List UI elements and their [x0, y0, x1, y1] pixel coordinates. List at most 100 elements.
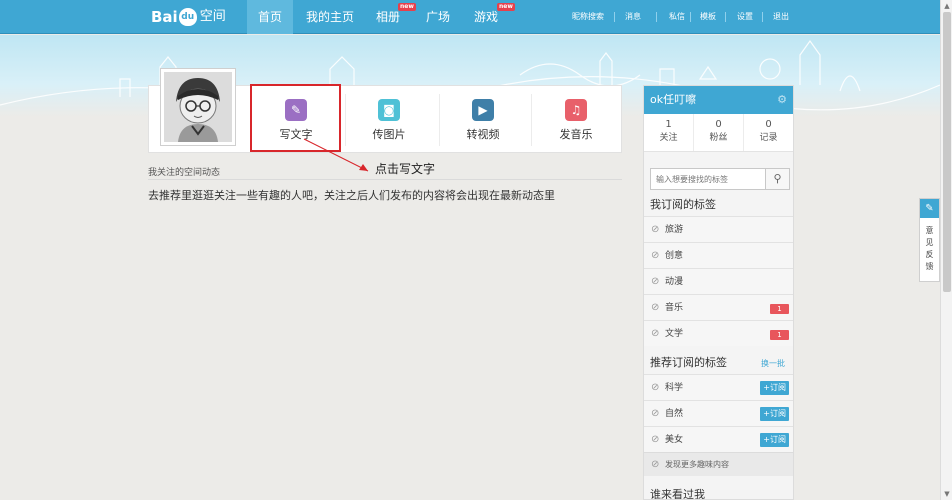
- feed-empty-message: 去推荐里逛逛关注一些有趣的人吧，关注之后人们发布的内容将会出现在最新动态里: [148, 189, 555, 202]
- scroll-thumb[interactable]: [943, 12, 951, 292]
- post-music-label: 发音乐: [559, 128, 593, 141]
- tag-label: 动漫: [665, 277, 684, 287]
- tag-icon: ⊘: [651, 408, 660, 419]
- share-video-label: 转视频: [466, 128, 500, 141]
- recommended-tag-item: ⊘ 科学 +订阅: [644, 374, 793, 400]
- baidu-space-logo[interactable]: Bai du 空间: [151, 6, 226, 28]
- unread-count-badge: 1: [770, 304, 789, 314]
- divider: [656, 12, 657, 22]
- nav-home-label: 首页: [257, 10, 282, 24]
- recommended-tags-title: 推荐订阅的标签: [650, 356, 727, 369]
- tag-item[interactable]: ⊘ 创意: [644, 242, 793, 268]
- baidu-paw-icon: du: [178, 8, 197, 26]
- edit-icon: ✎: [920, 199, 939, 218]
- cartoon-boy-portrait: [164, 72, 232, 142]
- tag-item[interactable]: ⊘ 音乐 1: [644, 294, 793, 320]
- tag-search-input[interactable]: [650, 168, 766, 190]
- discover-more-label: 发现更多趣味内容: [665, 460, 729, 469]
- tag-label: 创意: [665, 251, 684, 261]
- nav-my-homepage[interactable]: 我的主页: [302, 0, 358, 34]
- nav-plaza[interactable]: 广场: [420, 0, 456, 34]
- search-icon: ⚲: [773, 172, 782, 185]
- logo-text-bai: Bai: [151, 8, 178, 26]
- gear-icon[interactable]: ⚙: [777, 86, 787, 114]
- tag-icon: ⊘: [651, 328, 660, 339]
- subscribe-button[interactable]: +订阅: [760, 381, 789, 395]
- tag-icon: ⊘: [651, 434, 660, 445]
- divider: [725, 12, 726, 22]
- feedback-label: 意见反馈: [920, 218, 939, 273]
- tag-icon: ⊘: [651, 302, 660, 313]
- recommended-tag-item: ⊘ 自然 +订阅: [644, 400, 793, 426]
- scroll-down-arrow-icon[interactable]: ▼: [941, 488, 952, 500]
- subscribe-button[interactable]: +订阅: [760, 433, 789, 447]
- tag-search: ⚲: [650, 168, 790, 190]
- feedback-button[interactable]: ✎ 意见反馈: [919, 198, 940, 282]
- subscribe-button[interactable]: +订阅: [760, 407, 789, 421]
- play-icon: ▶: [472, 99, 494, 121]
- tag-item[interactable]: ⊘ 文学 1: [644, 320, 793, 346]
- nav-plaza-label: 广场: [425, 10, 450, 24]
- nav-my-homepage-label: 我的主页: [305, 10, 354, 24]
- records-label: 记录: [759, 133, 778, 143]
- post-music-button[interactable]: ♫ 发音乐: [531, 86, 621, 154]
- feed-title: 我关注的空间动态: [148, 168, 221, 178]
- tag-label: 科学: [665, 383, 684, 393]
- following-count: 1: [665, 119, 672, 130]
- avatar[interactable]: [160, 68, 236, 146]
- logout-link[interactable]: 退出: [773, 0, 789, 34]
- new-badge: new: [398, 3, 416, 11]
- tag-icon: ⊘: [651, 382, 660, 393]
- templates-link[interactable]: 模板: [700, 0, 716, 34]
- tag-label: 文学: [665, 329, 684, 339]
- divider: [690, 12, 691, 22]
- tag-label: 旅游: [665, 225, 684, 235]
- nav-games-label: 游戏: [473, 10, 498, 24]
- following-stat[interactable]: 1 关注: [644, 114, 694, 151]
- camera-icon: ◙: [378, 99, 400, 121]
- followers-count: 0: [715, 119, 722, 130]
- feedback-char: 意见反馈: [925, 226, 934, 271]
- sidebar-header: ok任叮嚓 ⚙: [644, 86, 793, 114]
- nav-album-label: 相册: [375, 10, 400, 24]
- tag-label: 美女: [665, 435, 684, 445]
- tag-icon: ⊘: [651, 250, 660, 261]
- following-label: 关注: [659, 133, 678, 143]
- nickname-search-link[interactable]: 昵称搜索: [572, 0, 604, 34]
- messages-link[interactable]: 消息: [625, 0, 641, 34]
- page-scrollbar[interactable]: ▲ ▼: [940, 0, 952, 500]
- annotation-text: 点击写文字: [375, 162, 436, 176]
- user-stats: 1 关注 0 粉丝 0 记录: [644, 114, 793, 152]
- share-video-button[interactable]: ▶ 转视频: [438, 86, 528, 154]
- user-sidebar: ok任叮嚓 ⚙ 1 关注 0 粉丝 0 记录 ⚲ 我订阅的标签 ⊘ 旅游 ⊘ 创…: [643, 85, 794, 500]
- username[interactable]: ok任叮嚓: [650, 93, 696, 106]
- records-stat[interactable]: 0 记录: [744, 114, 793, 151]
- tag-item[interactable]: ⊘ 动漫: [644, 268, 793, 294]
- tag-label: 音乐: [665, 303, 684, 313]
- tag-icon: ⊘: [651, 459, 660, 470]
- subscribed-tags-title: 我订阅的标签: [650, 198, 716, 211]
- scroll-up-arrow-icon[interactable]: ▲: [941, 0, 952, 12]
- search-button[interactable]: ⚲: [765, 168, 790, 190]
- logo-text-space: 空间: [199, 9, 226, 24]
- visitors-title: 谁来看过我: [650, 488, 705, 500]
- tag-icon: ⊘: [651, 276, 660, 287]
- recommended-tag-item: ⊘ 美女 +订阅: [644, 426, 793, 452]
- refresh-recommendations-link[interactable]: 换一批: [761, 358, 785, 369]
- tag-item[interactable]: ⊘ 旅游: [644, 216, 793, 242]
- top-navigation-bar: Bai du 空间 首页 我的主页 相册 new 广场 游戏 new 昵称搜索 …: [0, 0, 940, 34]
- followers-label: 粉丝: [709, 133, 728, 143]
- unread-count-badge: 1: [770, 330, 789, 340]
- discover-more-link[interactable]: ⊘ 发现更多趣味内容: [644, 452, 793, 476]
- divider: [762, 12, 763, 22]
- nav-home[interactable]: 首页: [247, 0, 293, 34]
- settings-link[interactable]: 设置: [737, 0, 753, 34]
- private-messages-link[interactable]: 私信: [669, 0, 685, 34]
- followers-stat[interactable]: 0 粉丝: [694, 114, 744, 151]
- divider: [614, 12, 615, 22]
- music-note-icon: ♫: [565, 99, 587, 121]
- records-count: 0: [765, 119, 772, 130]
- divider: [148, 179, 622, 180]
- tag-label: 自然: [665, 409, 684, 419]
- new-badge: new: [497, 3, 515, 11]
